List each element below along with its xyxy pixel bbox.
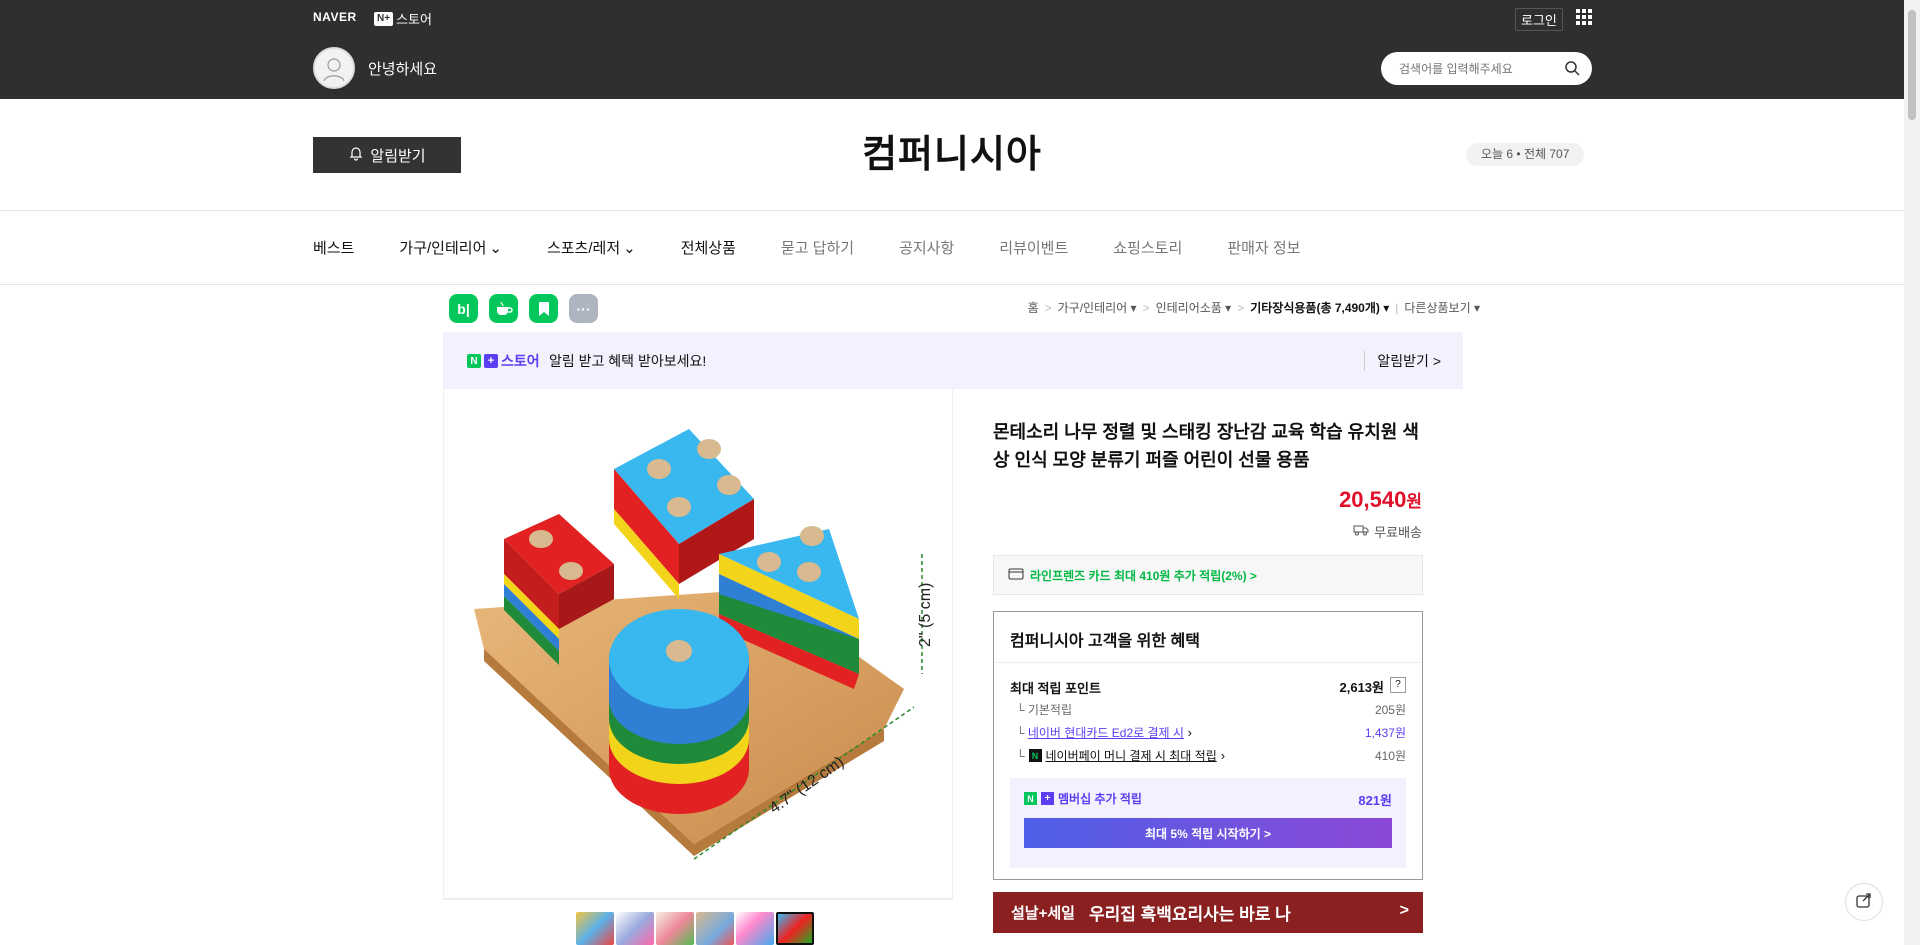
banner-text: 우리집 흑백요리사는 바로 나 — [1088, 905, 1291, 924]
login-button[interactable]: 로그인 — [1515, 8, 1563, 31]
card-benefit-link[interactable]: 라인프렌즈 카드 최대 410원 추가 적립(2%) > — [993, 555, 1423, 595]
pay-points-row[interactable]: └ N 네이버페이 머니 결제 시 최대 적립 › — [1016, 747, 1225, 764]
nav-item-best[interactable]: 베스트 — [313, 237, 354, 258]
top-bar: NAVER N+ 스토어 로그인 안녕하세요 — [0, 0, 1904, 99]
benefit-title: 컴퍼니시아 고객을 위한 혜택 — [1010, 633, 1200, 650]
avatar[interactable] — [313, 47, 355, 89]
product-title: 몬테소리 나무 정렬 및 스태킹 장난감 교육 학습 유치원 색상 인식 모양 … — [993, 422, 1419, 470]
divider — [443, 899, 953, 900]
search-icon[interactable] — [1564, 60, 1580, 81]
nplus-store-logo: N + 스토어 — [467, 351, 540, 371]
price-value: 20,540 — [1339, 487, 1407, 512]
credit-card-icon — [1008, 568, 1024, 583]
app-menu-icon[interactable] — [1576, 9, 1592, 25]
chevron-right-icon: > — [1399, 902, 1409, 919]
membership-label: N + 멤버십 추가 적립 — [1024, 790, 1142, 807]
pay-points-value: 410원 — [1374, 749, 1406, 763]
max-points-value: 2,613원 — [1339, 680, 1385, 695]
divider — [0, 284, 1904, 285]
naver-logo[interactable]: NAVER — [313, 10, 357, 24]
thumbnail[interactable] — [616, 912, 654, 945]
nav-item-notice[interactable]: 공지사항 — [899, 237, 954, 258]
height-dimension-label: 2" (5 cm) — [917, 583, 934, 647]
cafe-share-button[interactable] — [489, 294, 518, 323]
search-input[interactable] — [1399, 52, 1559, 85]
promo-message: 알림 받고 혜택 받아보세요! — [549, 353, 707, 369]
divider — [0, 210, 1904, 211]
breadcrumb-home[interactable]: 홈 — [1028, 299, 1039, 316]
event-banner[interactable]: 설날+세일 우리집 흑백요리사는 바로 나 > — [993, 892, 1423, 933]
nplus-store-logo[interactable]: N+ 스토어 — [374, 9, 432, 28]
membership-value: 821원 — [1358, 793, 1392, 808]
breadcrumb: 홈 > 가구/인테리어 ▾ > 인테리어소품 ▾ > 기타장식용품(총 7,49… — [1027, 299, 1480, 316]
nav-item-furniture[interactable]: 가구/인테리어 ⌄ — [399, 237, 502, 258]
share-fab-button[interactable] — [1845, 883, 1883, 921]
blog-share-button[interactable]: b| — [449, 294, 478, 323]
thumbnail[interactable] — [656, 912, 694, 945]
nplus-store-label: 스토어 — [396, 12, 432, 27]
nav-item-review-event[interactable]: 리뷰이벤트 — [999, 237, 1068, 258]
shipping-info: 무료배송 — [1353, 522, 1422, 541]
product-image[interactable]: 2" (5 cm) 4.7" (12 cm) — [443, 389, 953, 899]
share-buttons: b| ··· — [449, 294, 598, 323]
thumbnail-strip — [576, 912, 814, 945]
breadcrumb-category-2[interactable]: 인테리어소품 ▾ — [1156, 299, 1232, 316]
store-title[interactable]: 컴퍼니시아 — [0, 123, 1904, 178]
promo-subscribe-link[interactable]: 알림받기 > — [1364, 351, 1441, 371]
nav-item-sports[interactable]: 스포츠/레저 ⌄ — [547, 237, 636, 258]
bookmark-icon — [538, 301, 549, 316]
breadcrumb-category-1[interactable]: 가구/인테리어 ▾ — [1058, 299, 1137, 316]
chevron-down-icon: ⌄ — [489, 239, 502, 257]
max-points-label: 최대 적립 포인트 — [1010, 681, 1101, 696]
chevron-down-icon: ⌄ — [623, 239, 636, 257]
product-price: 20,540원 — [1339, 487, 1422, 513]
other-products-dropdown[interactable]: 다른상품보기 ▾ — [1404, 299, 1480, 316]
nplus-badge: N+ — [374, 11, 394, 26]
help-icon[interactable]: ? — [1390, 677, 1406, 693]
nav-item-shopping-story[interactable]: 쇼핑스토리 — [1113, 237, 1182, 258]
thumbnail[interactable] — [576, 912, 614, 945]
more-share-button[interactable]: ··· — [569, 294, 598, 323]
nav-item-seller-info[interactable]: 판매자 정보 — [1227, 237, 1300, 258]
cafe-icon — [496, 301, 513, 315]
membership-box: N + 멤버십 추가 적립 821원 최대 5% 적립 시작하기 > — [1010, 778, 1406, 868]
banner-tag: 설날+세일 — [1011, 905, 1075, 922]
thumbnail[interactable] — [696, 912, 734, 945]
nav-item-all-products[interactable]: 전체상품 — [681, 237, 736, 258]
promo-bar: N + 스토어 알림 받고 혜택 받아보세요! 알림받기 > — [443, 332, 1463, 389]
bookmark-share-button[interactable] — [529, 294, 558, 323]
page-scrollbar[interactable] — [1904, 0, 1920, 945]
thumbnail-selected[interactable] — [776, 912, 814, 945]
search-box[interactable] — [1381, 52, 1592, 85]
share-icon — [1855, 891, 1873, 914]
basic-points-label: └ 기본적립 — [1016, 703, 1073, 717]
membership-start-button[interactable]: 최대 5% 적립 시작하기 > — [1024, 818, 1392, 848]
npay-icon: N — [1028, 749, 1042, 762]
truck-icon — [1353, 524, 1369, 539]
basic-points-value: 205원 — [1374, 703, 1406, 717]
card-points-value: 1,437원 — [1364, 726, 1406, 740]
greeting-text: 안녕하세요 — [368, 61, 438, 78]
card-points-link: 네이버 현대카드 Ed2로 결제 시 — [1027, 726, 1184, 740]
visitor-count: 오늘 6 • 전체 707 — [1466, 143, 1585, 166]
category-nav: 베스트 가구/인테리어 ⌄ 스포츠/레저 ⌄ 전체상품 묻고 답하기 공지사항 리뷰… — [313, 237, 1345, 258]
benefit-box: 컴퍼니시아 고객을 위한 혜택 최대 적립 포인트 2,613원 ? └ 기본적… — [993, 611, 1423, 880]
breadcrumb-category-3[interactable]: 기타장식용품(총 7,490개) ▾ — [1250, 299, 1389, 316]
nav-item-qna[interactable]: 묻고 답하기 — [781, 237, 854, 258]
pay-points-link: 네이버페이 머니 결제 시 최대 적립 — [1045, 749, 1217, 763]
thumbnail[interactable] — [736, 912, 774, 945]
card-points-row[interactable]: └ 네이버 현대카드 Ed2로 결제 시 › — [1016, 724, 1192, 741]
price-currency: 원 — [1406, 492, 1422, 511]
